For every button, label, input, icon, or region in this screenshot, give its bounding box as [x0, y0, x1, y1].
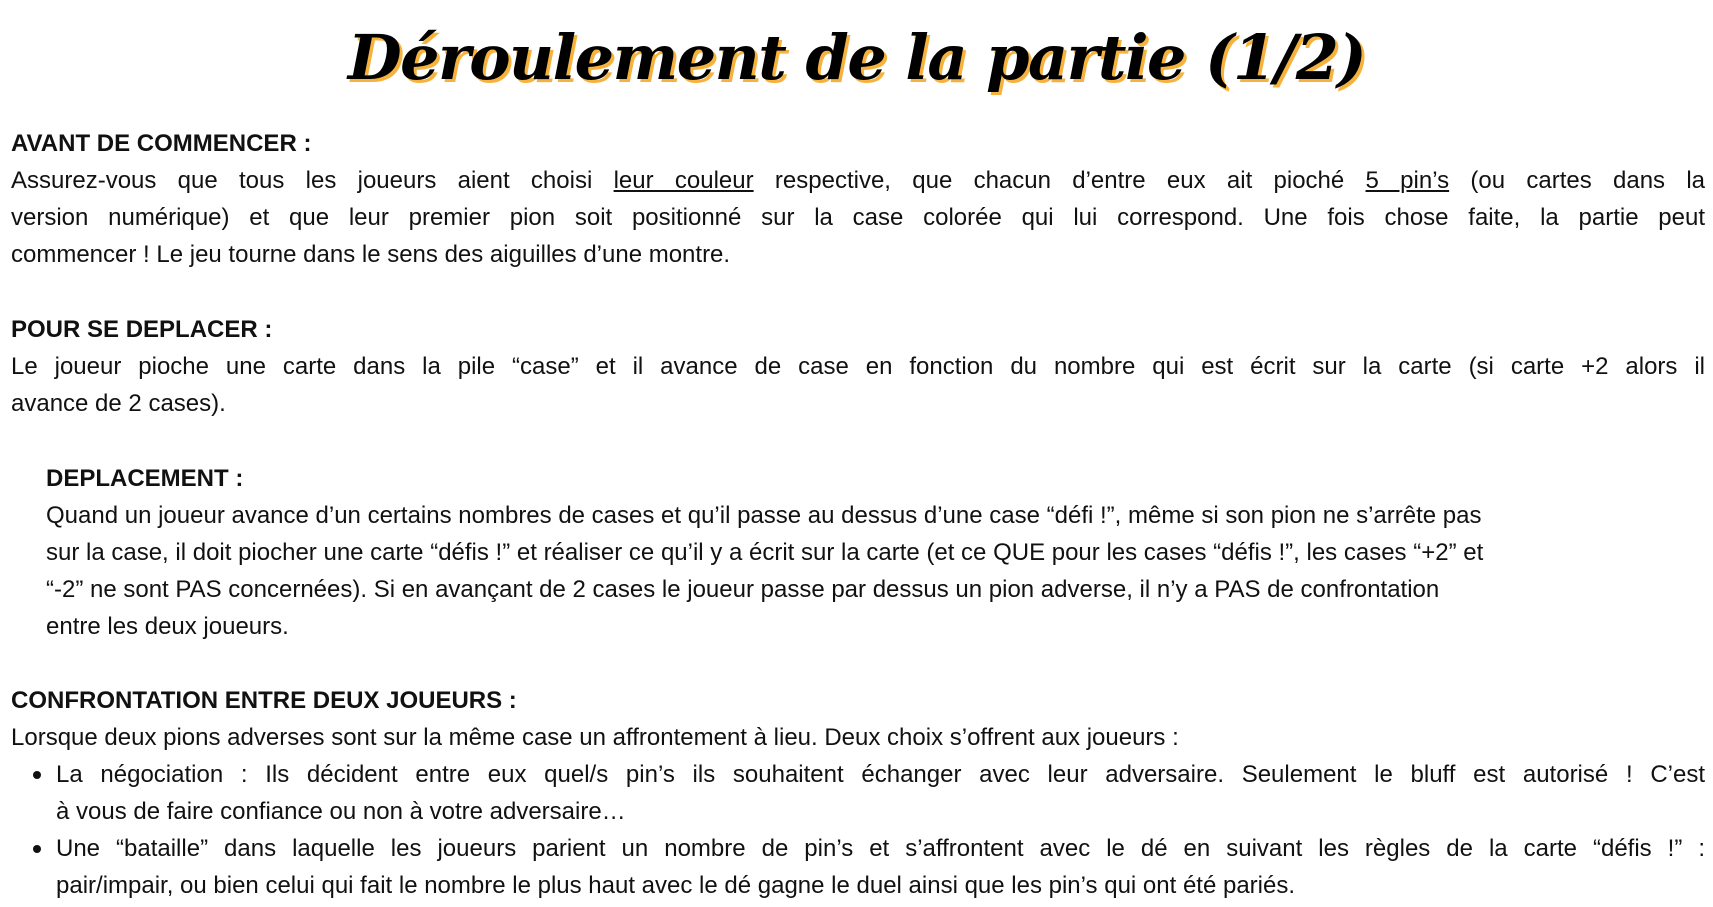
paragraph-line: “-2” ne sont PAS concernées). Si en avan… — [46, 576, 1440, 603]
underlined-text: leur couleur — [613, 167, 754, 194]
paragraph-line: Le joueur pioche une carte dans la pile … — [11, 353, 1705, 380]
section-avant-de-commencer: AVANT DE COMMENCER : Assurez-vous que to… — [11, 125, 1705, 273]
underlined-text: 5 pin’s — [1365, 167, 1450, 194]
section-heading: POUR SE DEPLACER : — [11, 316, 273, 343]
paragraph-line: avance de 2 cases). — [11, 390, 226, 417]
section-heading: CONFRONTATION ENTRE DEUX JOUEURS : — [11, 687, 517, 714]
page-title: Déroulement de la partie (1/2) — [347, 21, 1367, 94]
paragraph-line: entre les deux joueurs. — [46, 613, 289, 640]
list-item-line: Une “bataille” dans laquelle les joueurs… — [56, 835, 1705, 862]
text: (ou cartes dans la — [1449, 167, 1706, 194]
text: Assurez-vous que tous les joueurs aient … — [11, 167, 614, 194]
section-confrontation: CONFRONTATION ENTRE DEUX JOUEURS : Lorsq… — [11, 682, 1705, 904]
list-item-line: pair/impair, ou bien celui qui fait le n… — [56, 872, 1296, 899]
section-deplacement: DEPLACEMENT : Quand un joueur avance d’u… — [46, 460, 1697, 645]
text: respective, que chacun d’entre eux ait p… — [753, 167, 1366, 194]
section-heading: DEPLACEMENT : — [46, 465, 244, 492]
list-item-line: à vous de faire confiance ou non à votre… — [56, 798, 626, 825]
paragraph-line: Lorsque deux pions adverses sont sur la … — [11, 724, 1179, 751]
section-heading: AVANT DE COMMENCER : — [11, 130, 312, 157]
paragraph-line: sur la case, il doit piocher une carte “… — [46, 539, 1484, 566]
paragraph-line: commencer ! Le jeu tourne dans le sens d… — [11, 241, 731, 268]
paragraph-line: Quand un joueur avance d’un certains nom… — [46, 502, 1482, 529]
section-pour-se-deplacer: POUR SE DEPLACER : Le joueur pioche une … — [11, 311, 1705, 422]
paragraph-line: version numérique) et que leur premier p… — [11, 204, 1705, 231]
paragraph-line: Assurez-vous que tous les joueurs aient … — [11, 162, 1705, 199]
list-item: La négociation : Ils décident entre eux … — [11, 756, 1705, 830]
list-item: Une “bataille” dans laquelle les joueurs… — [11, 830, 1705, 904]
list-item-line: La négociation : Ils décident entre eux … — [56, 761, 1705, 788]
